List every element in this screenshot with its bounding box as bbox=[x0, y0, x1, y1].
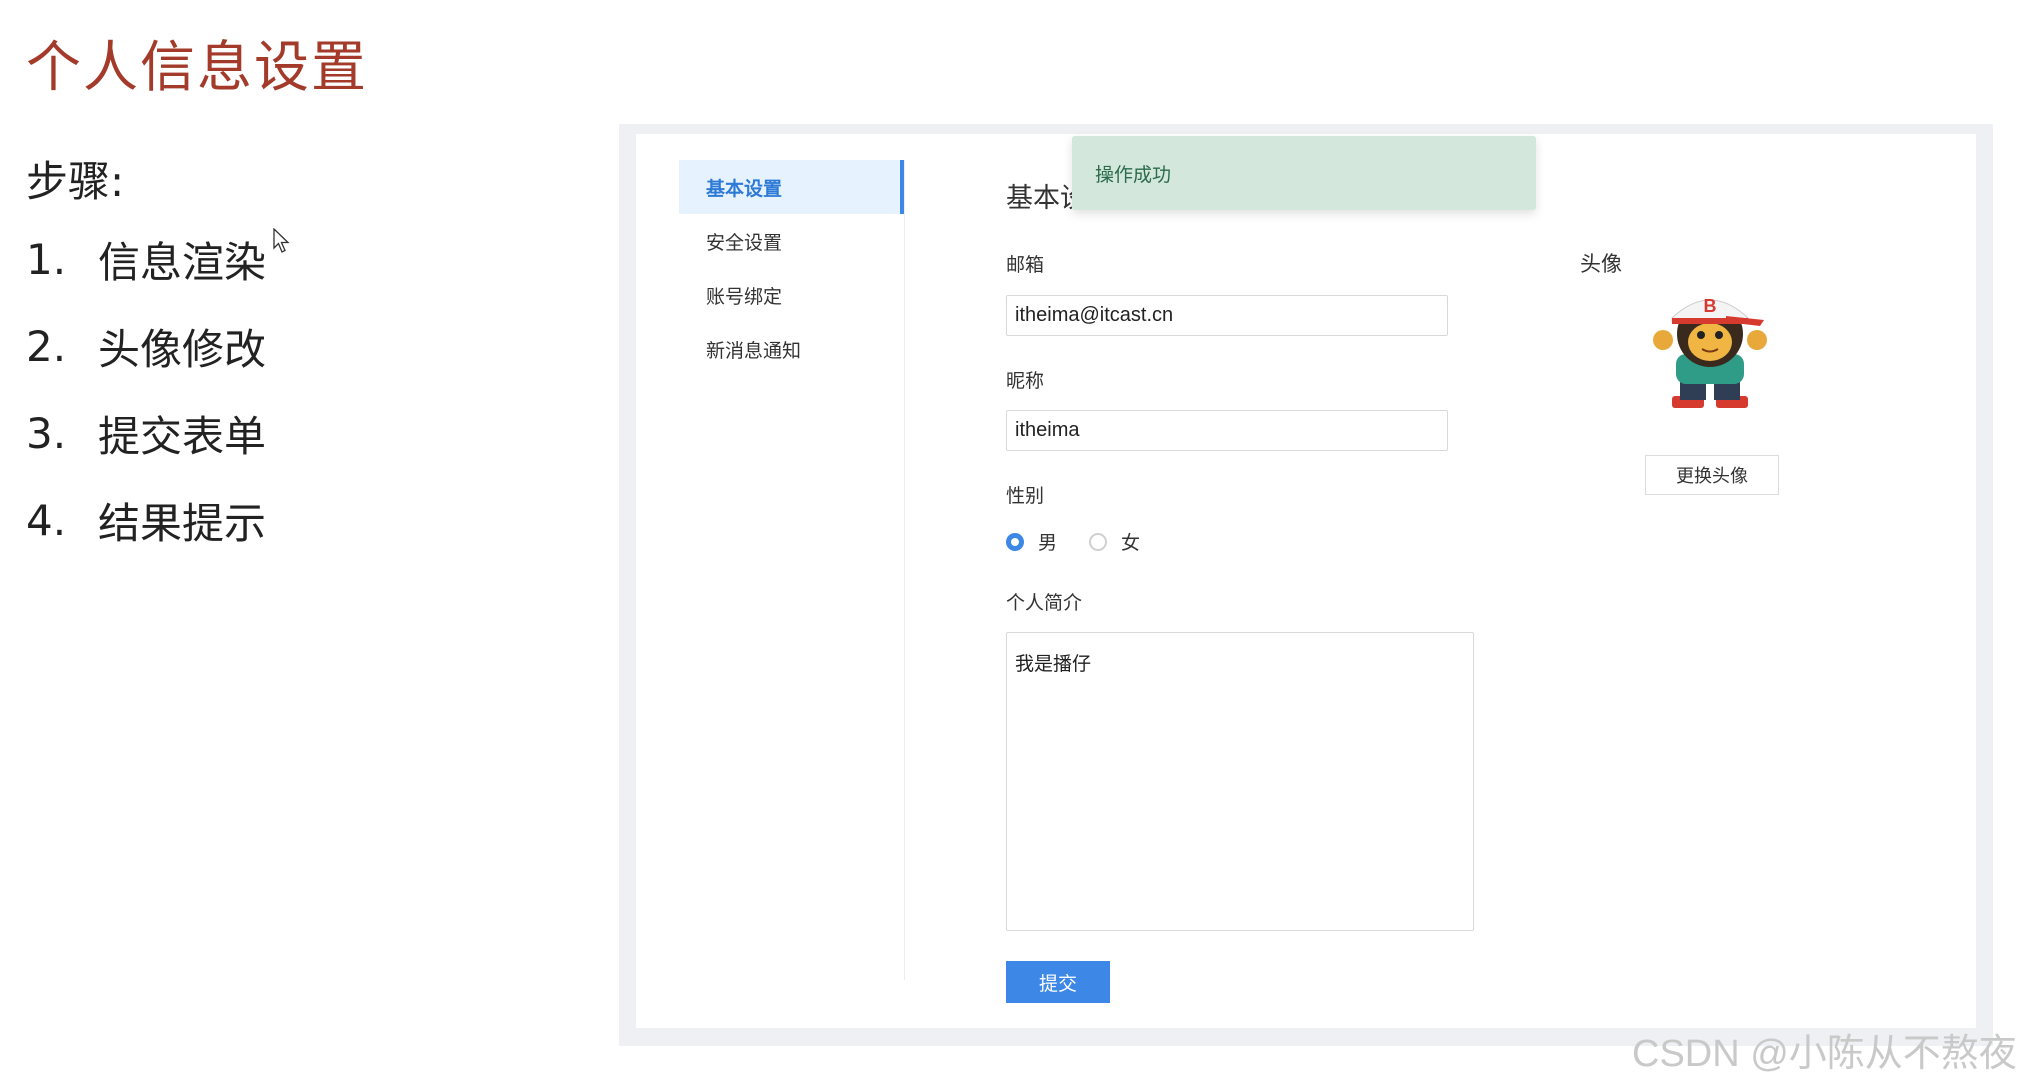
menu-item-message-notification[interactable]: 新消息通知 bbox=[679, 322, 904, 376]
avatar-cap-letter: B bbox=[1704, 296, 1717, 316]
intro-label: 个人简介 bbox=[1006, 592, 1083, 614]
step-text: 提交表单 bbox=[98, 411, 267, 461]
menu-item-security-settings[interactable]: 安全设置 bbox=[679, 214, 904, 268]
gender-female-radio[interactable] bbox=[1089, 532, 1108, 551]
intro-textarea[interactable]: 我是播仔 bbox=[1006, 632, 1474, 931]
step-number: 3. bbox=[26, 408, 67, 458]
step-item: 3. 提交表单 bbox=[26, 406, 266, 461]
nickname-input[interactable]: itheima bbox=[1006, 410, 1448, 451]
steps-list: 1. 信息渲染 2. 头像修改 3. 提交表单 4. 结果提示 bbox=[26, 232, 266, 580]
step-number: 2. bbox=[26, 321, 67, 371]
gender-radio-group: 男 女 bbox=[1006, 528, 1172, 555]
email-label: 邮箱 bbox=[1006, 254, 1045, 276]
step-item: 4. 结果提示 bbox=[26, 493, 266, 548]
email-input[interactable]: itheima@itcast.cn bbox=[1006, 295, 1448, 336]
gender-female-label[interactable]: 女 bbox=[1121, 528, 1140, 555]
nickname-label: 昵称 bbox=[1006, 370, 1045, 392]
step-text: 信息渲染 bbox=[98, 237, 267, 287]
avatar-label: 头像 bbox=[1580, 252, 1622, 276]
settings-menu: 基本设置 安全设置 账号绑定 新消息通知 bbox=[679, 160, 904, 376]
change-avatar-button[interactable]: 更换头像 bbox=[1645, 455, 1779, 495]
menu-item-account-binding[interactable]: 账号绑定 bbox=[679, 268, 904, 322]
step-item: 1. 信息渲染 bbox=[26, 232, 266, 287]
gender-label: 性别 bbox=[1006, 485, 1045, 507]
slide-title: 个人信息设置 bbox=[26, 35, 369, 99]
success-toast: 操作成功 bbox=[1072, 136, 1536, 210]
step-number: 4. bbox=[26, 495, 67, 545]
avatar-image: B bbox=[1653, 296, 1767, 408]
submit-button[interactable]: 提交 bbox=[1006, 961, 1110, 1003]
menu-item-basic-settings[interactable]: 基本设置 bbox=[679, 160, 904, 214]
menu-divider bbox=[904, 160, 905, 980]
step-text: 头像修改 bbox=[98, 324, 267, 374]
step-number: 1. bbox=[26, 234, 67, 284]
steps-heading: 步骤: bbox=[26, 157, 125, 206]
step-item: 2. 头像修改 bbox=[26, 319, 266, 374]
section-title: 基本设置 bbox=[1006, 183, 1072, 214]
watermark: CSDN @小陈从不熬夜 bbox=[1632, 1033, 2017, 1075]
step-text: 结果提示 bbox=[98, 498, 267, 548]
mouse-cursor-icon bbox=[273, 228, 290, 253]
gender-male-label[interactable]: 男 bbox=[1038, 528, 1057, 555]
gender-male-radio[interactable] bbox=[1006, 532, 1024, 551]
